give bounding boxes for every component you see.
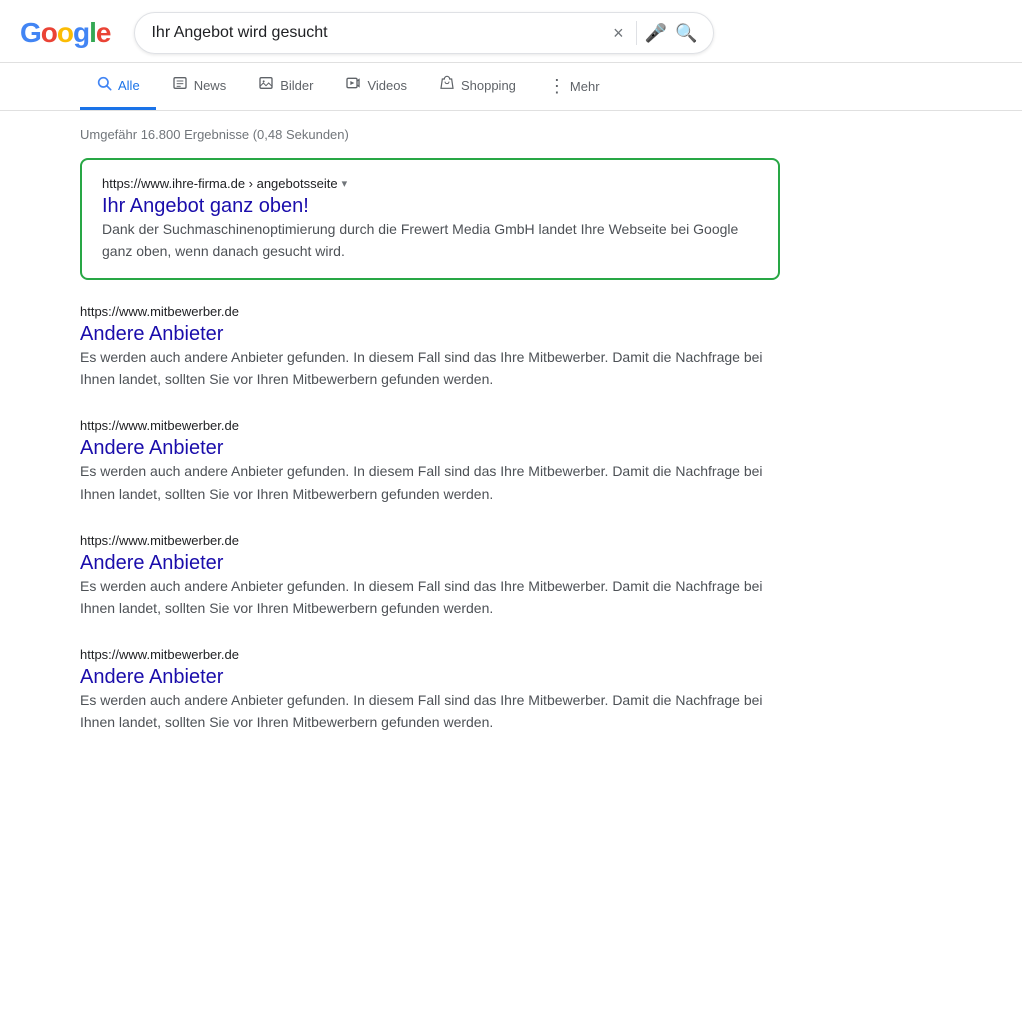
result-desc-4: Es werden auch andere Anbieter gefunden.…	[80, 689, 780, 733]
results-container: Umgefähr 16.800 Ergebnisse (0,48 Sekunde…	[0, 111, 860, 777]
result-url-4: https://www.mitbewerber.de	[80, 647, 780, 662]
tab-news[interactable]: News	[156, 63, 243, 110]
bilder-icon	[258, 75, 274, 95]
tab-alle[interactable]: Alle	[80, 63, 156, 110]
alle-icon	[96, 75, 112, 95]
result-item: https://www.mitbewerber.de Andere Anbiet…	[80, 647, 780, 733]
featured-result: https://www.ihre-firma.de › angebotsseit…	[80, 158, 780, 280]
result-title-3[interactable]: Andere Anbieter	[80, 552, 223, 574]
result-url-1: https://www.mitbewerber.de	[80, 304, 780, 319]
tab-videos[interactable]: Videos	[329, 63, 423, 110]
result-desc-3: Es werden auch andere Anbieter gefunden.…	[80, 575, 780, 619]
news-icon	[172, 75, 188, 95]
result-title-2[interactable]: Andere Anbieter	[80, 437, 223, 459]
search-button[interactable]: 🔍	[675, 23, 697, 44]
google-logo: Google	[20, 17, 110, 49]
clear-icon[interactable]: ×	[609, 23, 628, 44]
result-desc-1: Es werden auch andere Anbieter gefunden.…	[80, 346, 780, 390]
voice-icon[interactable]: 🎤	[645, 23, 667, 44]
search-divider	[636, 21, 637, 45]
result-item: https://www.mitbewerber.de Andere Anbiet…	[80, 304, 780, 390]
tab-alle-label: Alle	[118, 78, 140, 93]
result-item: https://www.mitbewerber.de Andere Anbiet…	[80, 418, 780, 504]
tab-shopping-label: Shopping	[461, 78, 516, 93]
shopping-icon	[439, 75, 455, 95]
tab-videos-label: Videos	[367, 78, 407, 93]
more-label: Mehr	[570, 79, 600, 94]
more-menu[interactable]: ⋮ Mehr	[532, 64, 616, 109]
result-item: https://www.mitbewerber.de Andere Anbiet…	[80, 533, 780, 619]
tab-bilder-label: Bilder	[280, 78, 313, 93]
search-bar: × 🎤 🔍	[134, 12, 714, 54]
featured-title[interactable]: Ihr Angebot ganz oben!	[102, 195, 309, 217]
featured-description: Dank der Suchmaschinenoptimierung durch …	[102, 218, 758, 262]
header: Google × 🎤 🔍	[0, 0, 1022, 63]
featured-url: https://www.ihre-firma.de › angebotsseit…	[102, 176, 758, 191]
result-title-4[interactable]: Andere Anbieter	[80, 666, 223, 688]
tab-shopping[interactable]: Shopping	[423, 63, 532, 110]
videos-icon	[345, 75, 361, 95]
more-dots-icon: ⋮	[548, 76, 566, 97]
search-input[interactable]	[151, 24, 601, 42]
tab-bilder[interactable]: Bilder	[242, 63, 329, 110]
result-desc-2: Es werden auch andere Anbieter gefunden.…	[80, 460, 780, 504]
result-count: Umgefähr 16.800 Ergebnisse (0,48 Sekunde…	[80, 127, 780, 142]
nav-tabs: Alle News Bilder	[0, 63, 1022, 111]
url-dropdown-arrow[interactable]: ▾	[342, 177, 348, 190]
result-title-1[interactable]: Andere Anbieter	[80, 323, 223, 345]
result-url-3: https://www.mitbewerber.de	[80, 533, 780, 548]
tab-news-label: News	[194, 78, 227, 93]
result-url-2: https://www.mitbewerber.de	[80, 418, 780, 433]
